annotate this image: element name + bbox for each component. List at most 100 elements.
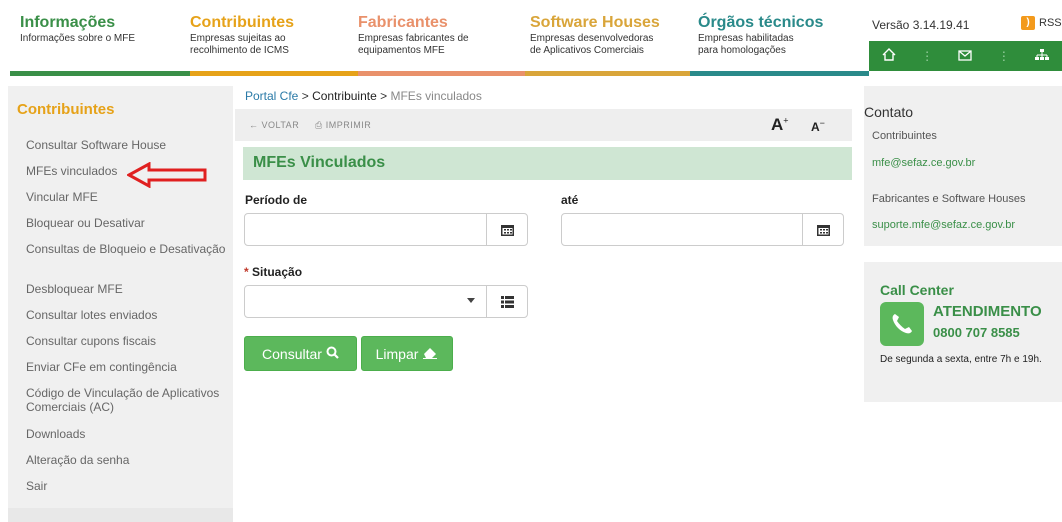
chevron-down-icon — [467, 298, 475, 303]
situacao-label: * Situação — [244, 265, 302, 279]
version-label: Versão 3.14.19.41 — [872, 18, 970, 32]
sidebar-item-codigo-vinculacao[interactable]: Código de Vinculação de Aplicativos Come… — [26, 386, 226, 414]
divider: ⋮ — [997, 49, 1010, 63]
home-icon[interactable] — [882, 48, 896, 64]
breadcrumb-separator: > — [380, 89, 388, 103]
periodo-de-input[interactable] — [251, 220, 485, 240]
search-icon — [326, 346, 339, 362]
page-title: MFEs Vinculados — [253, 154, 386, 171]
nav-contribuintes-title[interactable]: Contribuintes — [190, 14, 294, 32]
nav-orgaos-sub2: para homologações — [698, 45, 786, 56]
sidebar-item-vincular-mfe[interactable]: Vincular MFE — [26, 190, 226, 204]
nav-fabricantes-sub2: equipamentos MFE — [358, 45, 445, 56]
nav-contribuintes-sub2: recolhimento de ICMS — [190, 45, 289, 56]
nav-orgaos-sub1: Empresas habilitadas — [698, 33, 794, 44]
ate-label: até — [561, 193, 579, 207]
nav-informacoes-sub: Informações sobre o MFE — [20, 33, 136, 44]
voltar-button[interactable]: ← VOLTAR — [249, 120, 299, 130]
list-icon[interactable] — [486, 286, 527, 317]
call-center-hours: De segunda a sexta, entre 7h e 19h. — [880, 354, 1042, 365]
sidebar-item-sair[interactable]: Sair — [26, 479, 226, 493]
nav-software-houses-title[interactable]: Software Houses — [530, 14, 660, 32]
nav-software-houses-sub2: de Aplicativos Comerciais — [530, 45, 644, 56]
nav-fabricantes-sub1: Empresas fabricantes de — [358, 33, 469, 44]
contato-contribuintes-label: Contribuintes — [872, 130, 937, 142]
breadcrumb: Portal Cfe > Contribuinte > MFEs vincula… — [245, 89, 482, 103]
printer-icon: ⎙ — [315, 120, 323, 130]
required-marker: * — [244, 265, 249, 279]
divider: ⋮ — [921, 49, 934, 63]
call-center-title: Call Center — [880, 282, 954, 298]
page-toolbar: ← VOLTAR ⎙ IMPRIMIR A+ A− — [235, 109, 852, 141]
limpar-label: Limpar — [375, 345, 419, 362]
breadcrumb-portal-cfe[interactable]: Portal Cfe — [245, 89, 298, 103]
phone-icon — [880, 302, 924, 346]
imprimir-label: IMPRIMIR — [325, 120, 372, 130]
consultar-button[interactable]: Consultar — [244, 336, 357, 371]
nav-contribuintes-sub1: Empresas sujeitas ao — [190, 33, 286, 44]
ate-input[interactable] — [568, 220, 802, 240]
font-decrease-button[interactable]: A− — [811, 118, 825, 134]
situacao-select[interactable] — [244, 285, 528, 318]
nav-software-houses[interactable]: Software Houses Empresas desenvolvedoras… — [530, 14, 660, 57]
nav-bar-orgaos — [690, 71, 869, 76]
sidebar-heading: Contribuintes — [17, 101, 115, 118]
sidebar-item-cupons-fiscais[interactable]: Consultar cupons fiscais — [26, 334, 226, 348]
ate-field[interactable] — [561, 213, 844, 246]
nav-contribuintes[interactable]: Contribuintes Empresas sujeitas ao recol… — [190, 14, 294, 57]
annotation-arrow-icon — [127, 162, 207, 188]
section-header: MFEs Vinculados — [243, 147, 852, 180]
nav-informacoes-title[interactable]: Informações — [20, 14, 135, 32]
call-center-phone: 0800 707 8585 — [933, 325, 1020, 340]
nav-bar-informacoes — [10, 71, 190, 76]
nav-fabricantes[interactable]: Fabricantes Empresas fabricantes de equi… — [358, 14, 469, 57]
nav-orgaos-title[interactable]: Órgãos técnicos — [698, 14, 823, 32]
nav-bar-contribuintes — [190, 71, 358, 76]
sidebar-item-bloquear[interactable]: Bloquear ou Desativar — [26, 216, 226, 230]
consultar-label: Consultar — [262, 345, 322, 362]
contato-panel: Contato Contribuintes mfe@sefaz.ce.gov.b… — [864, 86, 1062, 246]
sidebar-item-consultar-software-house[interactable]: Consultar Software House — [26, 138, 226, 152]
breadcrumb-contribuinte[interactable]: Contribuinte — [312, 89, 377, 103]
calendar-icon[interactable] — [802, 214, 843, 245]
imprimir-button[interactable]: ⎙ IMPRIMIR — [315, 120, 371, 131]
sidebar-item-cfe-contingencia[interactable]: Enviar CFe em contingência — [26, 360, 226, 374]
breadcrumb-current: MFEs vinculados — [390, 89, 482, 103]
nav-fabricantes-title[interactable]: Fabricantes — [358, 14, 469, 32]
sidebar-item-lotes-enviados[interactable]: Consultar lotes enviados — [26, 308, 226, 322]
quick-actions-bar: ⋮ ⋮ — [869, 41, 1062, 71]
mail-icon[interactable] — [958, 48, 973, 64]
sidebar-footer-band — [8, 508, 233, 522]
sitemap-icon[interactable] — [1035, 48, 1050, 64]
breadcrumb-separator: > — [301, 89, 309, 103]
nav-orgaos-tecnicos[interactable]: Órgãos técnicos Empresas habilitadas par… — [698, 14, 823, 57]
rss-icon: ) — [1021, 16, 1035, 30]
limpar-button[interactable]: Limpar — [361, 336, 453, 371]
nav-bar-software-houses — [525, 71, 690, 76]
contato-fabricantes-label: Fabricantes e Software Houses — [872, 193, 1026, 205]
call-center-panel: Call Center ATENDIMENTO 0800 707 8585 De… — [864, 262, 1062, 402]
sidebar-item-consultas-bloqueio[interactable]: Consultas de Bloqueio e Desativação — [26, 242, 226, 256]
eraser-icon — [422, 346, 438, 362]
sidebar: Contribuintes Consultar Software House M… — [8, 86, 233, 522]
contato-contribuintes-email[interactable]: mfe@sefaz.ce.gov.br — [872, 157, 975, 169]
atendimento-label: ATENDIMENTO — [933, 303, 1042, 320]
calendar-icon[interactable] — [486, 214, 527, 245]
contato-heading: Contato — [864, 104, 914, 120]
top-navigation: Informações Informações sobre o MFE Cont… — [0, 0, 1062, 80]
situacao-label-text: Situação — [252, 265, 303, 279]
sidebar-item-alteracao-senha[interactable]: Alteração da senha — [26, 453, 226, 467]
nav-software-houses-sub1: Empresas desenvolvedoras — [530, 33, 654, 44]
periodo-label: Período de — [245, 193, 308, 207]
periodo-de-field[interactable] — [244, 213, 528, 246]
sidebar-item-desbloquear[interactable]: Desbloquear MFE — [26, 282, 226, 296]
nav-informacoes[interactable]: Informações Informações sobre o MFE — [20, 14, 135, 45]
voltar-label: VOLTAR — [261, 120, 300, 130]
nav-bar-fabricantes — [358, 71, 525, 76]
arrow-left-icon: ← — [249, 120, 259, 130]
rss-link[interactable]: ) RSS — [1021, 16, 1062, 30]
font-increase-button[interactable]: A+ — [771, 115, 789, 135]
rss-label: RSS — [1039, 17, 1062, 29]
sidebar-item-downloads[interactable]: Downloads — [26, 427, 226, 441]
contato-fabricantes-email[interactable]: suporte.mfe@sefaz.ce.gov.br — [872, 219, 1015, 231]
